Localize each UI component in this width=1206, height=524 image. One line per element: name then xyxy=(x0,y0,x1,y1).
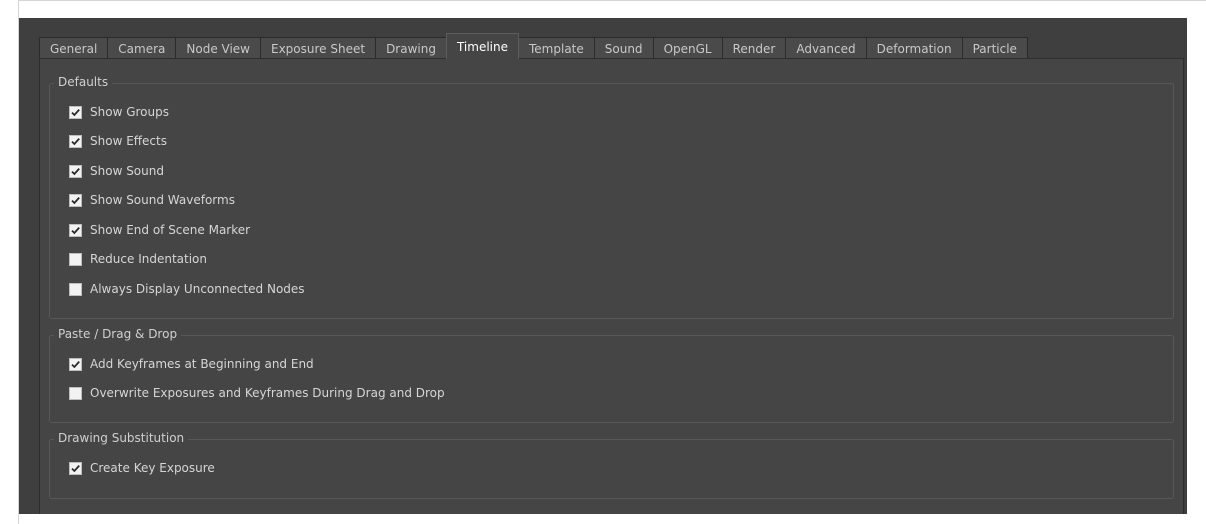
checkmark-icon xyxy=(71,196,80,204)
always-display-unconnected-nodes-option[interactable]: Always Display Unconnected Nodes xyxy=(69,280,305,298)
paste-drag-drop-group: Paste / Drag & Drop Add Keyframes at Beg… xyxy=(49,327,1174,423)
defaults-group: Defaults Show Groups Show Effects Show S… xyxy=(49,75,1174,319)
timeline-tab-panel: Defaults Show Groups Show Effects Show S… xyxy=(39,58,1184,514)
tab-template[interactable]: Template xyxy=(518,37,595,59)
show-end-of-scene-marker-checkbox[interactable] xyxy=(69,223,82,237)
tab-node-view[interactable]: Node View xyxy=(175,37,261,59)
drawing-substitution-group: Drawing Substitution Create Key Exposure xyxy=(49,431,1174,499)
overwrite-exposures-label: Overwrite Exposures and Keyframes During… xyxy=(90,386,445,400)
show-effects-checkbox[interactable] xyxy=(69,134,82,148)
show-groups-checkbox[interactable] xyxy=(69,105,82,119)
checkmark-icon xyxy=(71,137,80,145)
tab-deformation[interactable]: Deformation xyxy=(865,37,963,59)
show-effects-option[interactable]: Show Effects xyxy=(69,132,167,150)
show-sound-checkbox[interactable] xyxy=(69,164,82,178)
preferences-tab-bar: General Camera Node View Exposure Sheet … xyxy=(39,33,1028,59)
checkmark-icon xyxy=(71,360,80,368)
show-sound-label: Show Sound xyxy=(90,164,164,178)
show-end-of-scene-marker-option[interactable]: Show End of Scene Marker xyxy=(69,221,250,239)
reduce-indentation-option[interactable]: Reduce Indentation xyxy=(69,250,207,268)
checkmark-icon xyxy=(71,167,80,175)
always-display-unconnected-nodes-label: Always Display Unconnected Nodes xyxy=(90,282,305,296)
overwrite-exposures-checkbox[interactable] xyxy=(69,386,82,400)
tab-drawing[interactable]: Drawing xyxy=(375,37,447,59)
overwrite-exposures-option[interactable]: Overwrite Exposures and Keyframes During… xyxy=(69,384,445,402)
show-sound-waveforms-option[interactable]: Show Sound Waveforms xyxy=(69,191,235,209)
show-groups-option[interactable]: Show Groups xyxy=(69,103,169,121)
always-display-unconnected-nodes-checkbox[interactable] xyxy=(69,282,82,296)
show-effects-label: Show Effects xyxy=(90,134,167,148)
preferences-dialog: General Camera Node View Exposure Sheet … xyxy=(19,18,1187,514)
tab-particle[interactable]: Particle xyxy=(961,37,1028,59)
tab-render[interactable]: Render xyxy=(721,37,787,59)
show-sound-waveforms-checkbox[interactable] xyxy=(69,193,82,207)
tab-exposure-sheet[interactable]: Exposure Sheet xyxy=(260,37,377,59)
tab-opengl[interactable]: OpenGL xyxy=(652,37,723,59)
add-keyframes-checkbox[interactable] xyxy=(69,357,82,371)
tab-sound[interactable]: Sound xyxy=(593,37,654,59)
paste-drag-drop-group-title: Paste / Drag & Drop xyxy=(54,327,182,341)
checkmark-icon xyxy=(71,464,80,472)
reduce-indentation-label: Reduce Indentation xyxy=(90,252,207,266)
create-key-exposure-option[interactable]: Create Key Exposure xyxy=(69,459,215,477)
tab-advanced[interactable]: Advanced xyxy=(785,37,867,59)
show-end-of-scene-marker-label: Show End of Scene Marker xyxy=(90,223,251,237)
defaults-group-title: Defaults xyxy=(54,75,113,89)
show-groups-label: Show Groups xyxy=(90,105,169,119)
create-key-exposure-checkbox[interactable] xyxy=(69,461,82,475)
drawing-substitution-group-title: Drawing Substitution xyxy=(54,431,189,445)
show-sound-waveforms-label: Show Sound Waveforms xyxy=(90,193,235,207)
show-sound-option[interactable]: Show Sound xyxy=(69,162,164,180)
create-key-exposure-label: Create Key Exposure xyxy=(90,461,215,475)
checkmark-icon xyxy=(71,226,80,234)
tab-general[interactable]: General xyxy=(39,37,109,59)
reduce-indentation-checkbox[interactable] xyxy=(69,252,82,266)
tab-camera[interactable]: Camera xyxy=(107,37,177,59)
add-keyframes-label: Add Keyframes at Beginning and End xyxy=(90,357,314,371)
add-keyframes-option[interactable]: Add Keyframes at Beginning and End xyxy=(69,355,314,373)
checkmark-icon xyxy=(71,108,80,116)
tab-timeline[interactable]: Timeline xyxy=(445,33,519,59)
